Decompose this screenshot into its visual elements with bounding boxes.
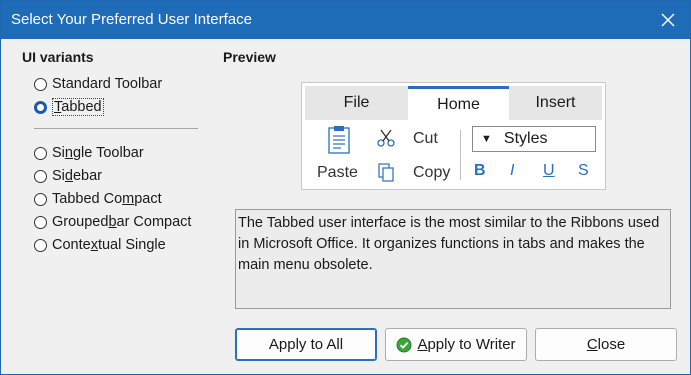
ui-variant-option[interactable]: Groupedbar Compact [34,212,191,232]
preview-tab-insert: Insert [509,86,602,120]
ui-variant-option[interactable]: Contextual Single [34,235,166,255]
close-icon [661,13,675,27]
close-button[interactable]: Close [535,328,677,361]
preview-tab-home: Home [408,86,509,120]
styles-label: Styles [503,130,548,147]
paste-icon [328,126,350,154]
preview-separator [460,130,461,180]
preview-tab-file: File [305,86,408,120]
ui-variant-label: Tabbed Compact [52,191,162,207]
ui-variant-label: Tabbed [52,98,104,116]
preview-heading: Preview [223,49,276,65]
ui-variant-label: Contextual Single [52,237,166,253]
paste-label: Paste [317,164,358,181]
preview-panel: File Home Insert Paste Cut Copy ▼ Styles… [301,82,606,190]
variant-description: The Tabbed user interface is the most si… [235,209,671,309]
bold-icon: B [474,162,486,179]
cut-label: Cut [413,130,438,147]
radio-button[interactable] [34,100,47,114]
ui-variant-label: Standard Toolbar [52,76,163,92]
radio-button[interactable] [34,192,47,206]
apply-to-writer-label: Apply to Writer [417,336,516,353]
copy-label: Copy [413,164,451,181]
ui-variant-option[interactable]: Standard Toolbar [34,74,162,94]
scissors-icon [377,129,395,147]
strikethrough-icon: S [578,162,589,179]
ui-selection-dialog: Select Your Preferred User Interface UI … [0,0,691,375]
radio-button[interactable] [34,77,47,91]
check-circle-icon [396,337,412,352]
apply-to-all-button[interactable]: Apply to All [235,328,377,361]
preview-tab-strip: File Home Insert [305,86,602,120]
copy-icon [378,163,394,182]
preview-ribbon-body: Paste Cut Copy ▼ Styles B I U S [305,120,602,186]
radio-button[interactable] [34,146,47,160]
ui-variant-label: Single Toolbar [52,145,144,161]
title-bar[interactable]: Select Your Preferred User Interface [1,1,690,39]
window-title: Select Your Preferred User Interface [11,11,252,28]
underline-icon: U [543,162,555,179]
ui-variant-label: Groupedbar Compact [52,214,192,230]
ui-variant-option[interactable]: Tabbed Compact [34,189,162,209]
ui-variant-option[interactable]: Sidebar [34,166,102,186]
apply-to-writer-button[interactable]: Apply to Writer [385,328,527,361]
apply-to-all-label: Apply to All [268,336,344,353]
styles-dropdown: ▼ Styles [472,126,596,152]
ui-variant-label: Sidebar [52,168,103,184]
ui-variant-option[interactable]: Single Toolbar [34,143,144,163]
ui-variants-heading: UI variants [22,49,94,65]
close-label: Close [586,336,626,353]
radio-button[interactable] [34,215,47,229]
italic-icon: I [510,162,515,179]
radio-button[interactable] [34,169,47,183]
ui-variant-option[interactable]: Tabbed [34,97,104,117]
radio-button[interactable] [34,238,47,252]
window-close-button[interactable] [654,6,682,34]
variants-separator [34,128,198,129]
dropdown-arrow-icon: ▼ [481,133,492,145]
